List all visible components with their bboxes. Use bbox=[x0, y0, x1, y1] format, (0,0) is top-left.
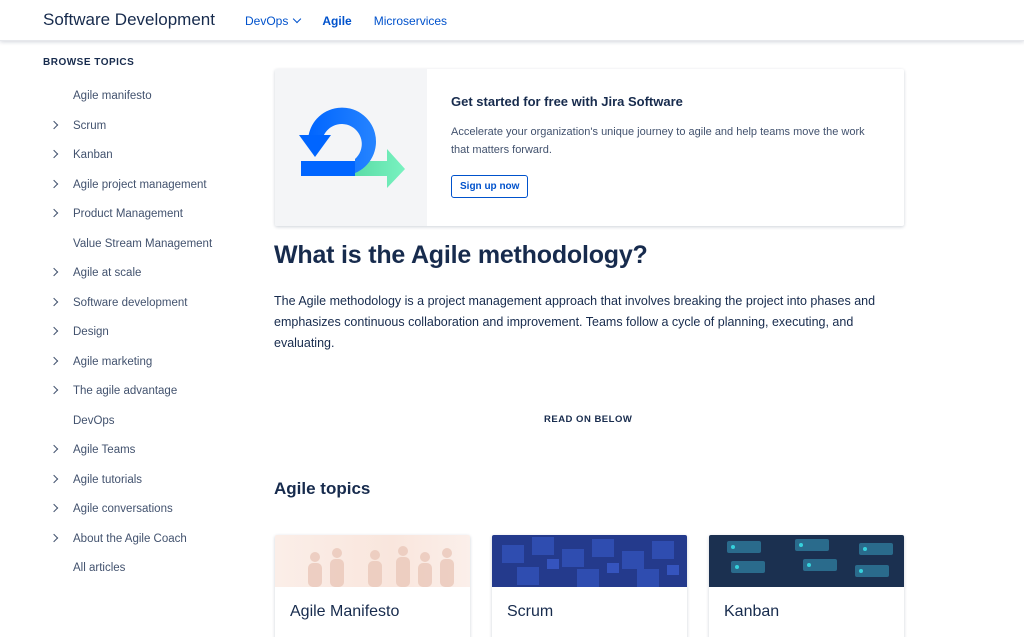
read-on-below-label: READ ON BELOW bbox=[544, 414, 633, 425]
agile-manifesto-image bbox=[275, 535, 470, 587]
sidebar-item[interactable]: About the Agile Coach bbox=[43, 531, 243, 561]
topic-card-scrum[interactable]: Scrum bbox=[492, 535, 687, 637]
topic-card-title: Kanban bbox=[724, 603, 780, 620]
sidebar-item-label: Product Management bbox=[73, 208, 183, 220]
chevron-right-icon[interactable] bbox=[49, 444, 59, 454]
sidebar-item[interactable]: Product Management bbox=[43, 206, 243, 236]
sidebar-item-label: Agile Teams bbox=[73, 444, 136, 456]
sidebar-item-label: DevOps bbox=[73, 414, 115, 427]
chevron-right-icon[interactable] bbox=[49, 503, 59, 513]
topic-card-kanban[interactable]: Kanban bbox=[709, 535, 904, 637]
sidebar-item[interactable]: Agile Teams bbox=[43, 442, 243, 472]
sidebar-item-label: About the Agile Coach bbox=[73, 532, 187, 545]
sidebar-item[interactable]: DevOps bbox=[43, 413, 243, 443]
sidebar-item[interactable]: Agile tutorials bbox=[43, 472, 243, 502]
chevron-right-icon[interactable] bbox=[49, 356, 59, 365]
chevron-down-icon bbox=[293, 14, 302, 24]
sidebar-item-label: Value Stream Management bbox=[73, 237, 213, 250]
chevron-right-icon[interactable] bbox=[49, 208, 59, 218]
nav-item-label: Microservices bbox=[373, 14, 448, 28]
sidebar-item[interactable]: All articles bbox=[43, 560, 243, 590]
nav-item-agile[interactable]: Agile bbox=[322, 14, 351, 28]
sidebar-title: BROWSE TOPICS bbox=[43, 57, 135, 68]
sidebar-item-label: Software development bbox=[73, 296, 188, 309]
sidebar-item-label: Agile conversations bbox=[73, 503, 173, 515]
site-brand-link[interactable]: Software Development bbox=[43, 10, 215, 30]
chevron-right-icon[interactable] bbox=[49, 267, 59, 277]
nav-item-label: Agile bbox=[322, 14, 352, 28]
nav-item-label: DevOps bbox=[245, 14, 289, 28]
page-title: What is the Agile methodology? bbox=[274, 241, 648, 269]
sidebar-item[interactable]: Agile conversations bbox=[43, 501, 243, 531]
chevron-right-icon[interactable] bbox=[49, 179, 59, 188]
promo-title: Get started for free with Jira Software bbox=[451, 94, 683, 109]
topic-card-title: Scrum bbox=[507, 603, 554, 620]
topic-card-title: Agile Manifesto bbox=[290, 603, 400, 620]
sidebar-item-label: The agile advantage bbox=[73, 385, 178, 397]
scrum-image bbox=[492, 535, 687, 587]
promo-description: Accelerate your organization's unique jo… bbox=[451, 126, 865, 156]
main-nav: DevOps Agile Microservices bbox=[245, 14, 469, 28]
sidebar-item-label: Kanban bbox=[73, 149, 113, 161]
sidebar-item-label: Agile manifesto bbox=[73, 90, 152, 102]
sidebar-item[interactable]: Agile project management bbox=[43, 177, 243, 207]
sidebar-item[interactable]: Scrum bbox=[43, 118, 243, 148]
board-illustration bbox=[727, 539, 893, 577]
agile-loop-illustration bbox=[275, 69, 427, 226]
sidebar-item[interactable]: Value Stream Management bbox=[43, 236, 243, 266]
chevron-right-icon[interactable] bbox=[49, 474, 59, 483]
top-navigation-bar: Software Development DevOps Agile Micros… bbox=[0, 0, 1024, 41]
sidebar-item[interactable]: Software development bbox=[43, 295, 243, 325]
sidebar-item[interactable]: Design bbox=[43, 324, 243, 354]
sidebar-item-label: Agile at scale bbox=[73, 267, 142, 279]
chevron-right-icon[interactable] bbox=[49, 120, 59, 129]
nav-item-microservices[interactable]: Microservices bbox=[374, 14, 447, 28]
browse-topics-sidebar: BROWSE TOPICS Agile manifesto Scrum Kanban… bbox=[43, 57, 243, 590]
sidebar-item-label: All articles bbox=[73, 562, 126, 574]
sidebar-list: Agile manifesto Scrum Kanban Agile project … bbox=[43, 88, 243, 590]
chevron-right-icon[interactable] bbox=[49, 297, 59, 306]
blocks-illustration bbox=[502, 537, 679, 587]
sidebar-item-label: Agile project management bbox=[73, 178, 207, 191]
sidebar-item[interactable]: Agile marketing bbox=[43, 354, 243, 384]
nav-item-devops[interactable]: DevOps bbox=[245, 14, 302, 28]
kanban-image bbox=[709, 535, 904, 587]
sign-up-button[interactable]: Sign up now bbox=[451, 175, 529, 198]
intro-paragraph: The Agile methodology is a project manag… bbox=[274, 294, 876, 350]
people-illustration bbox=[308, 546, 454, 587]
sidebar-item-label: Design bbox=[73, 326, 109, 338]
sidebar-item[interactable]: Kanban bbox=[43, 147, 243, 177]
sidebar-item[interactable]: The agile advantage bbox=[43, 383, 243, 413]
topic-card-agile-manifesto[interactable]: Agile Manifesto bbox=[275, 535, 470, 637]
chevron-right-icon[interactable] bbox=[49, 385, 59, 395]
sidebar-item[interactable]: Agile manifesto bbox=[43, 88, 243, 118]
sidebar-item-label: Scrum bbox=[73, 119, 107, 132]
agile-loop-icon bbox=[299, 107, 405, 188]
jira-promo-card: Get started for free with Jira Software … bbox=[275, 69, 904, 226]
chevron-right-icon[interactable] bbox=[49, 326, 59, 336]
agile-topics-heading: Agile topics bbox=[274, 479, 371, 498]
sidebar-item-label: Agile tutorials bbox=[73, 473, 143, 486]
chevron-right-icon[interactable] bbox=[49, 533, 59, 542]
sidebar-item[interactable]: Agile at scale bbox=[43, 265, 243, 295]
promo-text: Get started for free with Jira Software … bbox=[451, 94, 881, 198]
sidebar-item-label: Agile marketing bbox=[73, 355, 153, 368]
chevron-right-icon[interactable] bbox=[49, 149, 59, 159]
